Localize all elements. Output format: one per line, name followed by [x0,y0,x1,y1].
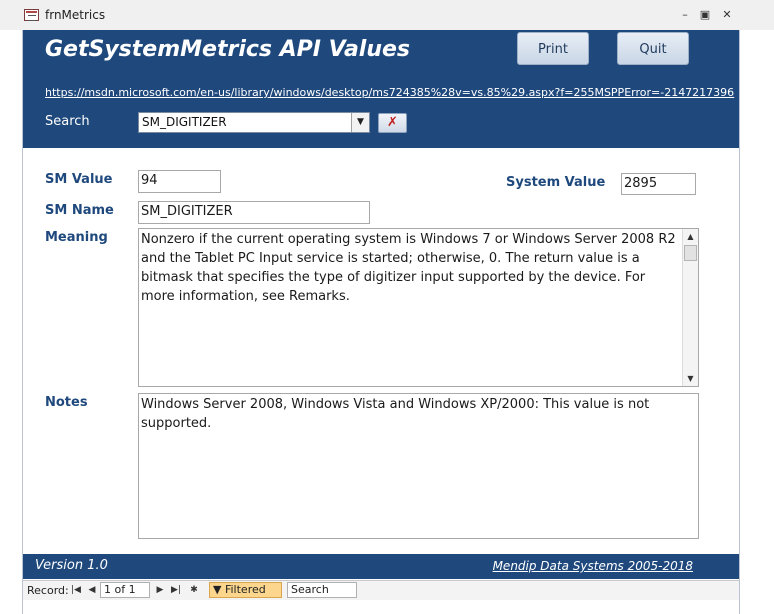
sm-value-label: SM Value [45,172,113,187]
first-record-icon[interactable]: |◀ [70,583,82,597]
minimize-button[interactable]: – [677,8,693,22]
search-combo[interactable]: SM_DIGITIZER ▼ [138,112,370,133]
meaning-scrollbar[interactable]: ▲ ▼ [682,229,698,386]
last-record-icon[interactable]: ▶| [170,583,182,597]
filtered-toggle[interactable]: ▼ Filtered [209,582,282,598]
system-value-field[interactable]: 2895 [621,173,696,195]
quit-button[interactable]: Quit [617,32,689,65]
form-header: GetSystemMetrics API Values Print Quit h… [23,30,739,148]
window-title: frnMetrics [45,8,106,22]
new-record-icon[interactable]: ✱ [188,583,200,597]
current-record-field[interactable]: 1 of 1 [100,582,150,598]
prev-record-icon[interactable]: ◀ [86,583,98,597]
msdn-link[interactable]: https://msdn.microsoft.com/en-us/library… [45,86,734,99]
scroll-thumb[interactable] [684,245,697,261]
sm-name-label: SM Name [45,203,114,218]
system-value-label: System Value [506,175,606,190]
search-combo-value: SM_DIGITIZER [142,115,227,129]
search-label: Search [45,114,90,129]
clear-search-button[interactable]: ✗ [378,113,407,133]
title-bar: frnMetrics – ▣ ✕ [0,0,774,30]
close-button[interactable]: ✕ [719,8,735,22]
form-icon [24,9,39,21]
clear-filter-icon: ✗ [387,115,398,130]
nav-search-box[interactable]: Search [287,582,357,598]
filtered-label: Filtered [224,583,266,596]
record-navigator: Record: |◀ ◀ 1 of 1 ▶ ▶| ✱ ▼ Filtered Se… [23,580,739,600]
meaning-field[interactable]: Nonzero if the current operating system … [138,228,699,387]
meaning-label: Meaning [45,230,108,245]
notes-field[interactable]: Windows Server 2008, Windows Vista and W… [138,393,699,539]
next-record-icon[interactable]: ▶ [154,583,166,597]
scroll-down-icon[interactable]: ▼ [683,371,698,386]
form-window: frnMetrics – ▣ ✕ GetSystemMetrics API Va… [0,0,774,614]
version-label: Version 1.0 [35,558,108,573]
record-label: Record: [27,584,69,597]
meaning-text: Nonzero if the current operating system … [141,232,676,304]
sm-value-field[interactable]: 94 [138,170,221,193]
page-title: GetSystemMetrics API Values [45,37,411,62]
notes-text: Windows Server 2008, Windows Vista and W… [141,397,650,431]
print-button[interactable]: Print [517,32,589,65]
restore-button[interactable]: ▣ [697,8,713,22]
funnel-icon: ▼ [213,583,225,596]
chevron-down-icon[interactable]: ▼ [351,113,369,132]
notes-label: Notes [45,395,88,410]
sm-name-field[interactable]: SM_DIGITIZER [138,201,370,224]
scroll-up-icon[interactable]: ▲ [683,229,698,244]
form-footer: Version 1.0 Mendip Data Systems 2005-201… [23,554,739,579]
copyright-link[interactable]: Mendip Data Systems 2005-2018 [493,559,693,573]
frame-border-right [739,30,740,614]
